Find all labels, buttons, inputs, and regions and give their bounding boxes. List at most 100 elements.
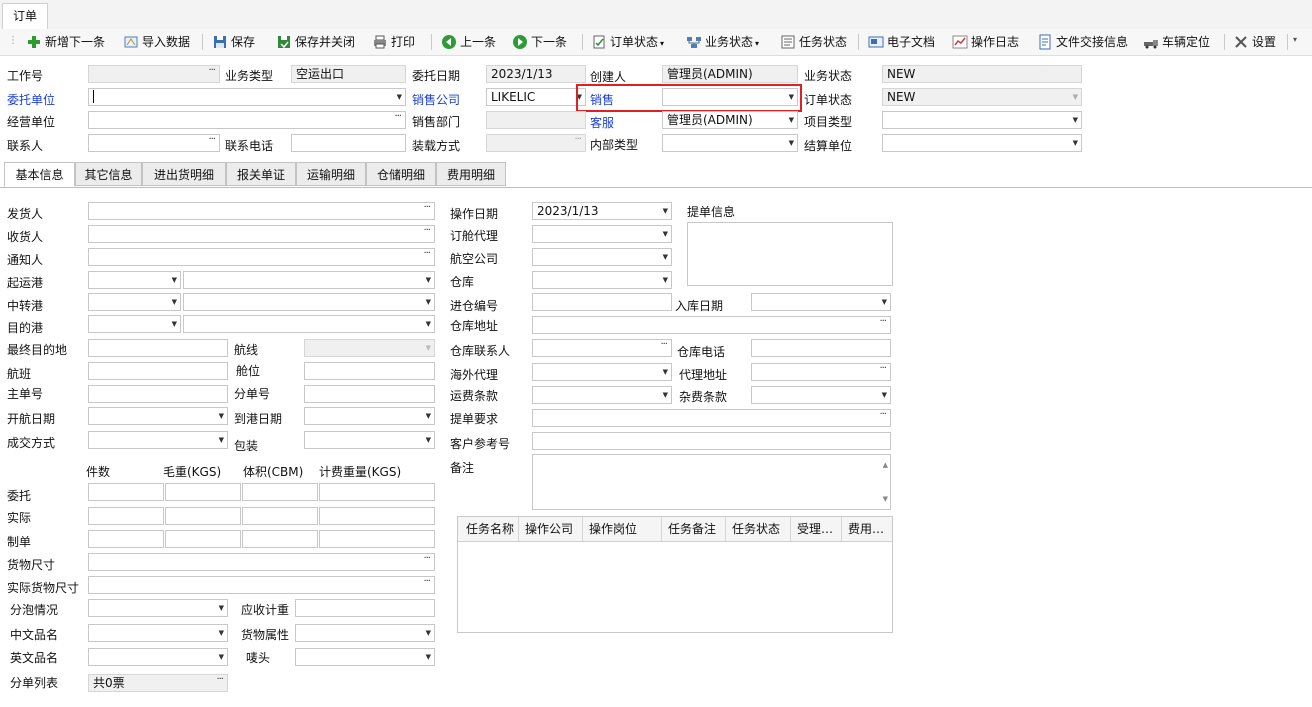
col-task-status[interactable]: 任务状态 — [726, 517, 791, 541]
bubble-combo[interactable]: ▼ — [88, 599, 228, 617]
op-date-combo[interactable]: 2023/1/13 ▼ — [532, 202, 672, 220]
receivable-weight-field[interactable] — [295, 599, 435, 617]
dropdown-arrow-icon[interactable]: ▼ — [219, 649, 224, 665]
dropdown-arrow-icon[interactable]: ▼ — [663, 364, 668, 380]
in-no-field[interactable] — [532, 293, 672, 311]
op-log-button[interactable]: 操作日志 — [952, 32, 1019, 52]
prev-button[interactable]: 上一条 — [441, 32, 496, 52]
hawb-field[interactable] — [304, 385, 435, 403]
in-date-combo[interactable]: ▼ — [751, 293, 891, 311]
actual-charge-field[interactable] — [319, 507, 435, 525]
airline-combo[interactable]: ▼ — [532, 248, 672, 266]
tab-other-info[interactable]: 其它信息 — [75, 162, 142, 186]
save-button[interactable]: 保存 — [212, 32, 255, 52]
dropdown-arrow-icon[interactable]: ▼ — [663, 226, 668, 242]
booking-agent-combo[interactable]: ▼ — [532, 225, 672, 243]
dropdown-arrow-icon[interactable]: ▼ — [397, 89, 402, 105]
vehicle-locate-button[interactable]: 车辆定位 — [1143, 32, 1210, 52]
space-field[interactable] — [304, 362, 435, 380]
scroll-down-icon[interactable]: ▼ — [883, 491, 888, 507]
route-combo[interactable]: ▼ — [304, 339, 435, 357]
save-close-button[interactable]: 保存并关闭 — [276, 32, 355, 52]
ellipsis-icon[interactable]: ··· — [208, 135, 215, 148]
dropdown-arrow-icon[interactable]: ▼ — [172, 294, 177, 310]
agent-address-field[interactable]: ··· — [751, 363, 891, 381]
cs-label[interactable]: 客服 — [590, 116, 614, 130]
overseas-agent-combo[interactable]: ▼ — [532, 363, 672, 381]
made-charge-field[interactable] — [319, 530, 435, 548]
dropdown-arrow-icon[interactable]: ▼ — [219, 408, 224, 424]
col-accept[interactable]: 受理… — [791, 517, 842, 541]
tab-storage-detail[interactable]: 仓储明细 — [366, 162, 436, 186]
sub-list-field[interactable]: 共0票 ··· — [88, 674, 228, 692]
entrust-date-field[interactable]: 2023/1/13 — [486, 65, 586, 83]
new-next-button[interactable]: 新增下一条 — [26, 32, 105, 52]
dropdown-arrow-icon[interactable]: ▼ — [789, 135, 794, 151]
made-pieces-field[interactable] — [88, 530, 164, 548]
e-docs-button[interactable]: 电子文档 — [868, 32, 935, 52]
cargo-size-field[interactable]: ··· — [88, 553, 435, 571]
transit-name-combo[interactable]: ▼ — [183, 293, 435, 311]
wh-address-field[interactable]: ··· — [532, 316, 891, 334]
ellipsis-icon[interactable]: ··· — [660, 340, 667, 353]
misc-terms-combo[interactable]: ▼ — [751, 386, 891, 404]
ellipsis-icon[interactable]: ··· — [423, 577, 430, 590]
en-name-combo[interactable]: ▼ — [88, 648, 228, 666]
tab-transport-detail[interactable]: 运输明细 — [296, 162, 366, 186]
ellipsis-icon[interactable]: ··· — [216, 675, 223, 688]
dropdown-arrow-icon[interactable]: ▼ — [172, 316, 177, 332]
contact-field[interactable]: ··· — [88, 134, 220, 152]
actual-gross-field[interactable] — [165, 507, 241, 525]
ellipsis-icon[interactable]: ··· — [423, 554, 430, 567]
dropdown-arrow-icon[interactable]: ▼ — [789, 112, 794, 128]
sales-company-label[interactable]: 销售公司 — [412, 93, 460, 107]
task-grid[interactable]: 任务名称 操作公司 操作岗位 任务备注 任务状态 受理… 费用… — [457, 516, 893, 633]
made-volume-field[interactable] — [242, 530, 318, 548]
shipper-field[interactable]: ··· — [88, 202, 435, 220]
remark-textarea[interactable]: ▲ ▼ — [532, 454, 891, 510]
order-status-field[interactable]: NEW ▼ — [882, 88, 1082, 106]
entrust-pieces-field[interactable] — [88, 483, 164, 501]
tab-basic-info[interactable]: 基本信息 — [4, 162, 75, 187]
dropdown-arrow-icon[interactable]: ▼ — [882, 387, 887, 403]
sales-company-combo[interactable]: LIKELIC ▼ — [486, 88, 586, 106]
cargo-attr-combo[interactable]: ▼ — [295, 624, 435, 642]
ellipsis-icon[interactable]: ··· — [879, 317, 886, 330]
warehouse-combo[interactable]: ▼ — [532, 271, 672, 289]
ellipsis-icon[interactable]: ··· — [879, 364, 886, 377]
dropdown-arrow-icon[interactable]: ▼ — [426, 340, 431, 356]
client-label[interactable]: 委托单位 — [7, 93, 55, 107]
etd-combo[interactable]: ▼ — [88, 407, 228, 425]
col-task-remark[interactable]: 任务备注 — [662, 517, 726, 541]
ellipsis-icon[interactable]: ··· — [394, 112, 401, 125]
next-button[interactable]: 下一条 — [512, 32, 567, 52]
toolbar-grip[interactable]: ⋮ — [8, 35, 18, 46]
dropdown-arrow-icon[interactable]: ▼ — [426, 432, 431, 448]
cn-name-combo[interactable]: ▼ — [88, 624, 228, 642]
order-status-dropdown[interactable]: 订单状态 ▾ — [591, 32, 664, 52]
dropdown-arrow-icon[interactable]: ▼ — [663, 203, 668, 219]
dropdown-arrow-icon[interactable]: ▼ — [1073, 135, 1078, 151]
task-status-button[interactable]: 任务状态 — [780, 32, 847, 52]
dropdown-arrow-icon[interactable]: ▼ — [663, 272, 668, 288]
project-type-combo[interactable]: ▼ — [882, 111, 1082, 129]
tab-fee-detail[interactable]: 费用明细 — [436, 162, 506, 186]
dropdown-arrow-icon[interactable]: ▼ — [426, 649, 431, 665]
tab-order[interactable]: 订单 — [2, 3, 48, 30]
biz-type-field[interactable]: 空运出口 — [291, 65, 406, 83]
freight-terms-combo[interactable]: ▼ — [532, 386, 672, 404]
dropdown-arrow-icon[interactable]: ▼ — [219, 625, 224, 641]
actual-volume-field[interactable] — [242, 507, 318, 525]
wh-phone-field[interactable] — [751, 339, 891, 357]
file-handover-button[interactable]: 文件交接信息 — [1037, 32, 1128, 52]
dropdown-arrow-icon[interactable]: ▼ — [426, 272, 431, 288]
pod-name-combo[interactable]: ▼ — [183, 315, 435, 333]
dropdown-arrow-icon[interactable]: ▼ — [219, 600, 224, 616]
made-gross-field[interactable] — [165, 530, 241, 548]
dropdown-arrow-icon[interactable]: ▼ — [426, 408, 431, 424]
client-combo[interactable]: ▼ — [88, 88, 406, 106]
transit-code-combo[interactable]: ▼ — [88, 293, 181, 311]
phone-field[interactable] — [291, 134, 406, 152]
dropdown-arrow-icon[interactable]: ▼ — [663, 387, 668, 403]
deal-type-combo[interactable]: ▼ — [88, 431, 228, 449]
